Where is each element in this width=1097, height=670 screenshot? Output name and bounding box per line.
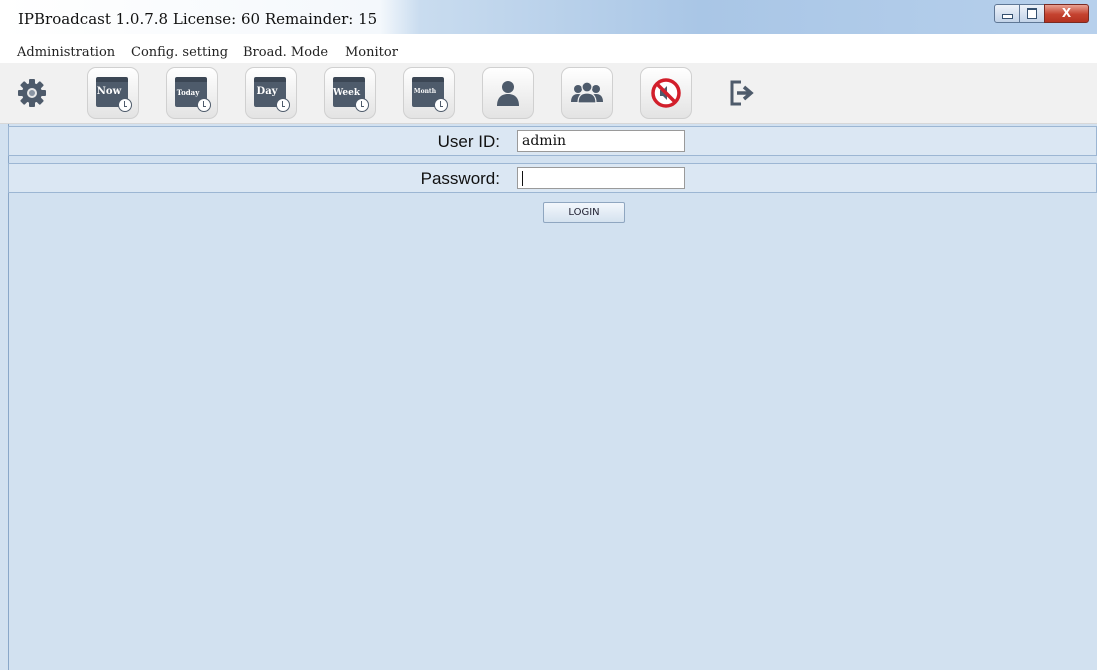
- clock-icon: [197, 98, 211, 112]
- gear-icon: [18, 79, 46, 107]
- close-button[interactable]: X: [1044, 4, 1089, 23]
- clock-icon: [355, 98, 369, 112]
- clock-icon: [434, 98, 448, 112]
- calendar-label: Day: [256, 86, 278, 97]
- login-button[interactable]: LOGIN: [543, 202, 625, 223]
- menu-config-setting[interactable]: Config. setting: [131, 45, 228, 60]
- window-title: IPBroadcast 1.0.7.8 License: 60 Remainde…: [18, 10, 378, 28]
- calendar-label: Now: [96, 86, 122, 97]
- toolbar: Now Today Day Week Month: [0, 63, 1097, 124]
- broadcast-day-button[interactable]: Day: [245, 67, 297, 119]
- calendar-now-icon: Now: [96, 77, 132, 112]
- broadcast-week-button[interactable]: Week: [324, 67, 376, 119]
- minimize-button[interactable]: [994, 4, 1020, 23]
- calendar-label: Today: [176, 88, 200, 97]
- calendar-label: Week: [333, 88, 361, 98]
- broadcast-today-button[interactable]: Today: [166, 67, 218, 119]
- calendar-week-icon: Week: [333, 77, 369, 112]
- password-row: Password:: [8, 163, 1097, 193]
- mute-icon: [651, 78, 681, 108]
- menu-bar: Administration Config. setting Broad. Mo…: [0, 34, 1097, 63]
- broadcast-month-button[interactable]: Month: [403, 67, 455, 119]
- window-controls: X: [994, 4, 1089, 23]
- logout-icon: [730, 80, 754, 106]
- title-bar: IPBroadcast 1.0.7.8 License: 60 Remainde…: [0, 0, 1097, 34]
- user-id-input[interactable]: [517, 130, 685, 152]
- user-id-row: User ID:: [8, 126, 1097, 156]
- user-icon: [497, 81, 519, 106]
- user-button[interactable]: [482, 67, 534, 119]
- minimize-icon: [1002, 14, 1013, 19]
- maximize-button[interactable]: [1019, 4, 1045, 23]
- stop-broadcast-button[interactable]: [640, 67, 692, 119]
- user-group-button[interactable]: [561, 67, 613, 119]
- broadcast-now-button[interactable]: Now: [87, 67, 139, 119]
- password-input[interactable]: [517, 167, 685, 189]
- menu-broad-mode[interactable]: Broad. Mode: [243, 45, 328, 60]
- password-label: Password:: [420, 169, 500, 188]
- calendar-today-icon: Today: [175, 77, 211, 112]
- calendar-month-icon: Month: [412, 77, 448, 112]
- menu-monitor[interactable]: Monitor: [345, 45, 398, 60]
- clock-icon: [276, 98, 290, 112]
- maximize-icon: [1027, 8, 1037, 19]
- calendar-day-icon: Day: [254, 77, 290, 112]
- close-icon: X: [1061, 6, 1072, 20]
- logout-button[interactable]: [716, 67, 768, 119]
- settings-button[interactable]: [6, 67, 58, 119]
- user-group-icon: [571, 81, 603, 104]
- clock-icon: [118, 98, 132, 112]
- text-caret: [522, 171, 523, 186]
- user-id-label: User ID:: [437, 132, 500, 151]
- menu-administration[interactable]: Administration: [17, 45, 115, 60]
- calendar-label: Month: [413, 88, 437, 95]
